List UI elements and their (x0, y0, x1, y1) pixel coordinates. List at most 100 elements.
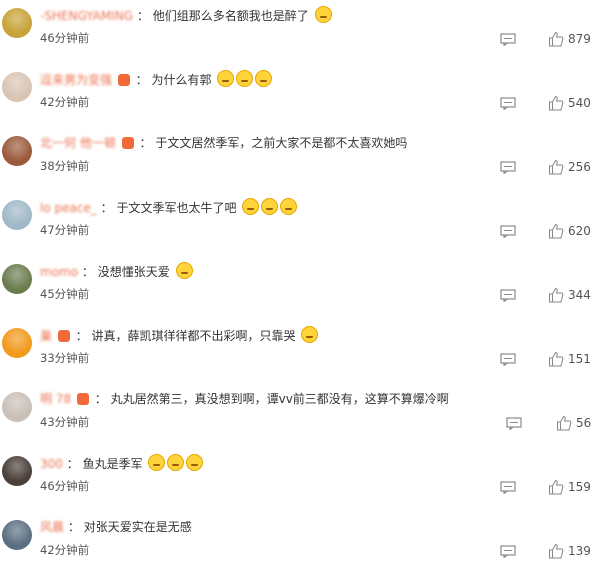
emoji-icon (301, 326, 319, 343)
comment-text: 他们组那么多名额我也是醉了 (152, 9, 309, 23)
colon-separator: ： (139, 136, 152, 150)
comment-item: 风晨 ： 对张天爱实在是无感 42分钟前 139 (0, 514, 594, 578)
avatar[interactable] (2, 264, 32, 294)
emoji-icon (148, 454, 166, 471)
vip-badge-icon (57, 330, 70, 342)
emoji-icon (314, 6, 332, 23)
reply-icon[interactable] (506, 417, 522, 430)
timestamp: 43分钟前 (40, 415, 90, 429)
emoji-group (240, 198, 298, 215)
like-thumb-icon[interactable] (548, 351, 564, 367)
vip-badge-icon (121, 137, 134, 149)
like-thumb-icon[interactable] (556, 415, 572, 431)
like-count: 159 (568, 480, 591, 494)
comment-item: 巢 ： 讲真，薛凯琪徉徉都不出彩啊，只靠哭 33分钟前 151 (0, 322, 594, 386)
like-thumb-icon[interactable] (548, 479, 564, 495)
emoji-group (215, 70, 273, 87)
avatar[interactable] (2, 136, 32, 166)
like-thumb-icon[interactable] (548, 31, 564, 47)
comment-line: momo ： 没想懂张天爱 (40, 262, 193, 281)
reply-icon[interactable] (500, 353, 516, 366)
colon-separator: ： (75, 329, 88, 343)
comment-text: 讲真，薛凯琪徉徉都不出彩啊，只靠哭 (91, 329, 296, 343)
avatar[interactable] (2, 328, 32, 358)
comment-line: -SHENGYAMING ： 他们组那么多名额我也是醉了 (40, 6, 332, 25)
timestamp: 42分钟前 (40, 95, 90, 109)
reply-icon[interactable] (500, 33, 516, 46)
vip-badge-icon (117, 74, 130, 86)
colon-separator: ： (67, 520, 80, 534)
timestamp: 45分钟前 (40, 287, 90, 301)
comment-line: 明 78 ： 丸丸居然第三，真没想到啊，谭vv前三都没有，这算不算爆冷啊 (40, 390, 449, 408)
comment-item: 逗来男为变强 ： 为什么有郭 42分钟前 540 (0, 66, 594, 130)
comment-line: 巢 ： 讲真，薛凯琪徉徉都不出彩啊，只靠哭 (40, 326, 319, 345)
comment-item: -SHENGYAMING ： 他们组那么多名额我也是醉了 46分钟前 879 (0, 2, 594, 66)
like-count: 879 (568, 32, 591, 46)
avatar[interactable] (2, 8, 32, 38)
emoji-group (174, 262, 193, 279)
avatar[interactable] (2, 200, 32, 230)
like-count: 151 (568, 352, 591, 366)
comment-line: 300 ： 鱼丸是季军 (40, 454, 204, 473)
reply-icon[interactable] (500, 545, 516, 558)
comment-line: 风晨 ： 对张天爱实在是无感 (40, 518, 192, 536)
colon-separator: ： (136, 9, 149, 23)
username-link[interactable]: 明 78 (40, 392, 71, 406)
like-count: 540 (568, 96, 591, 110)
comment-item: momo ： 没想懂张天爱 45分钟前 344 (0, 258, 594, 322)
emoji-icon (217, 70, 235, 87)
username-link[interactable]: 300 (40, 457, 63, 471)
reply-icon[interactable] (500, 289, 516, 302)
reply-icon[interactable] (500, 97, 516, 110)
reply-icon[interactable] (500, 481, 516, 494)
comment-text: 于文文居然季军，之前大家不是都不太喜欢她吗 (155, 136, 408, 150)
username-link[interactable]: -SHENGYAMING (40, 9, 133, 23)
colon-separator: ： (100, 201, 113, 215)
username-link[interactable]: 北一何 他一顿 (40, 136, 116, 150)
colon-separator: ： (81, 265, 94, 279)
username-link[interactable]: 风晨 (40, 520, 64, 534)
emoji-icon (280, 198, 298, 215)
emoji-icon (175, 262, 193, 279)
colon-separator: ： (94, 392, 107, 406)
like-thumb-icon[interactable] (548, 95, 564, 111)
emoji-group (146, 454, 204, 471)
username-link[interactable]: 巢 (40, 329, 52, 343)
emoji-icon (186, 454, 204, 471)
comment-text: 为什么有郭 (151, 73, 212, 87)
colon-separator: ： (66, 457, 79, 471)
like-count: 620 (568, 224, 591, 238)
like-thumb-icon[interactable] (548, 223, 564, 239)
timestamp: 46分钟前 (40, 479, 90, 493)
like-thumb-icon[interactable] (548, 287, 564, 303)
timestamp: 33分钟前 (40, 351, 90, 365)
username-link[interactable]: 逗来男为变强 (40, 73, 112, 87)
like-count: 256 (568, 160, 591, 174)
comment-text: 对张天爱实在是无感 (83, 520, 192, 534)
comment-text: 没想懂张天爱 (97, 265, 170, 279)
like-count: 139 (568, 544, 591, 558)
avatar[interactable] (2, 456, 32, 486)
avatar[interactable] (2, 520, 32, 550)
avatar[interactable] (2, 72, 32, 102)
emoji-group (299, 326, 319, 343)
emoji-icon (255, 70, 273, 87)
like-count: 344 (568, 288, 591, 302)
vip-badge-icon (76, 393, 89, 405)
comment-line: lo peace_ ： 于文文季军也太牛了吧 (40, 198, 298, 217)
avatar[interactable] (2, 392, 32, 422)
comment-line: 北一何 他一顿 ： 于文文居然季军，之前大家不是都不太喜欢她吗 (40, 134, 407, 152)
emoji-icon (261, 198, 279, 215)
like-count: 56 (576, 416, 592, 430)
comment-item: 明 78 ： 丸丸居然第三，真没想到啊，谭vv前三都没有，这算不算爆冷啊 43分… (0, 386, 594, 450)
reply-icon[interactable] (500, 161, 516, 174)
emoji-group (313, 6, 332, 23)
like-thumb-icon[interactable] (548, 159, 564, 175)
timestamp: 46分钟前 (40, 31, 90, 45)
timestamp: 38分钟前 (40, 159, 90, 173)
timestamp: 47分钟前 (40, 223, 90, 237)
reply-icon[interactable] (500, 225, 516, 238)
like-thumb-icon[interactable] (548, 543, 564, 559)
username-link[interactable]: lo peace_ (40, 201, 97, 215)
username-link[interactable]: momo (40, 265, 78, 279)
